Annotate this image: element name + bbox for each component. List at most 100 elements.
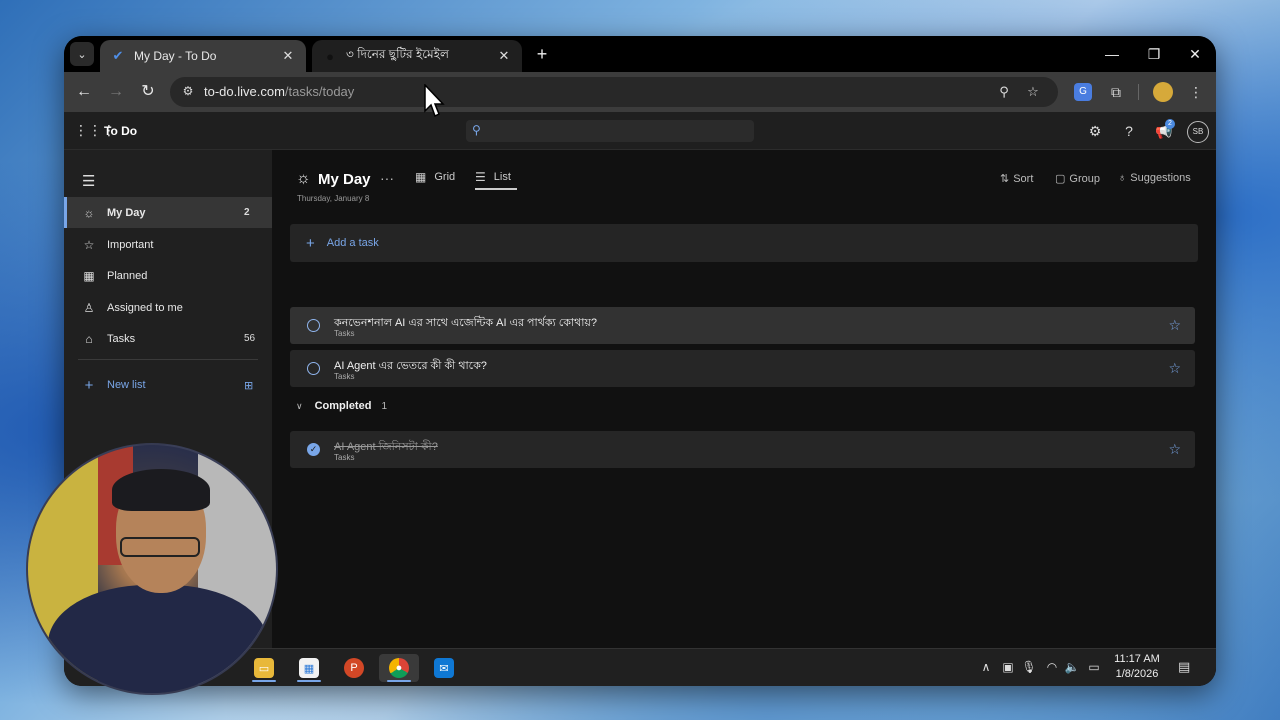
complete-task-checkbox[interactable] xyxy=(307,319,320,332)
list-view-button[interactable]: ☰ List xyxy=(475,170,517,190)
sidebar-divider xyxy=(78,359,258,360)
presenter-body xyxy=(48,585,268,693)
powerpoint-icon: P xyxy=(344,658,364,678)
mouse-cursor-icon xyxy=(424,84,445,118)
notification-center-icon[interactable]: ▤ xyxy=(1178,659,1194,675)
sidebar-item-label: Assigned to me xyxy=(107,301,183,314)
clock-time: 11:17 AM xyxy=(1114,653,1160,665)
browser-menu-icon[interactable]: ⋮ xyxy=(1184,80,1208,104)
app-name[interactable]: To Do xyxy=(104,124,137,138)
presenter-hair xyxy=(112,469,210,511)
current-date: Thursday, January 8 xyxy=(297,194,370,203)
minimize-button[interactable]: — xyxy=(1094,42,1130,66)
toolbar-divider xyxy=(1138,84,1139,100)
powerpoint-button[interactable]: P xyxy=(334,654,374,682)
zoom-icon[interactable]: ⚲ xyxy=(996,84,1012,100)
forward-button[interactable]: → xyxy=(104,80,128,104)
star-icon[interactable]: ☆ xyxy=(1168,441,1181,458)
new-list-button[interactable]: + New list ⊞ xyxy=(82,374,258,396)
sidebar-item-label: Important xyxy=(107,238,154,251)
store-icon: ▦ xyxy=(299,658,319,678)
page-title: My Day xyxy=(318,171,371,188)
address-bar[interactable]: ⚙ to-do.live.com/tasks/today ⚲ ☆ xyxy=(170,77,1058,107)
volume-icon[interactable]: 🔈 xyxy=(1064,660,1080,674)
person-icon: ♙ xyxy=(83,300,95,315)
sort-button[interactable]: ⇅ Sort xyxy=(1000,172,1034,186)
task-row-completed[interactable]: ✓ AI Agent জিনিসটা কী? Tasks ☆ xyxy=(290,431,1195,468)
reload-button[interactable]: ↻ xyxy=(136,80,160,104)
app-header: ⋮⋮⋮ To Do ⚲ ⚙ ? 📢 2 SB xyxy=(64,112,1216,150)
task-title: AI Agent এর ভেতরে কী কী থাকে? xyxy=(334,360,487,372)
tab-title: My Day - To Do xyxy=(134,49,217,63)
close-tab-icon[interactable]: ✕ xyxy=(496,48,512,64)
chevron-up-icon[interactable]: ∧ xyxy=(978,660,994,674)
tab-email[interactable]: ● ৩ দিনের ছুটির ইমেইল ✕ xyxy=(312,40,522,72)
system-clock[interactable]: 11:17 AM 1/8/2026 xyxy=(1110,652,1164,682)
add-task-input[interactable]: + Add a task xyxy=(290,224,1198,262)
new-tab-button[interactable]: + xyxy=(532,44,552,64)
tab-search-button[interactable]: ⌄ xyxy=(70,42,94,66)
list-options-icon[interactable]: ··· xyxy=(380,170,394,186)
sidebar-item-planned[interactable]: ▦ Planned xyxy=(64,260,272,291)
new-group-icon[interactable]: ⊞ xyxy=(244,379,258,392)
site-info-icon[interactable]: ⚙ xyxy=(180,84,196,100)
grid-view-label: Grid xyxy=(434,171,456,183)
app-launcher-icon[interactable]: ⋮⋮⋮ xyxy=(74,123,116,137)
sun-icon: ☼ xyxy=(296,170,311,187)
task-list-name: Tasks xyxy=(334,372,355,381)
task-list-name: Tasks xyxy=(334,329,355,338)
home-icon: ⌂ xyxy=(85,331,93,346)
sidebar-item-my-day[interactable]: ☼ My Day 2 xyxy=(64,197,272,228)
search-input[interactable]: ⚲ xyxy=(466,120,754,142)
hamburger-menu-icon[interactable]: ☰ xyxy=(82,172,95,190)
help-icon[interactable]: ? xyxy=(1120,122,1138,140)
bookmark-star-icon[interactable]: ☆ xyxy=(1025,84,1041,100)
presenter-glasses xyxy=(120,537,200,557)
outlook-button[interactable]: ✉ xyxy=(424,654,464,682)
tab-title: ৩ দিনের ছুটির ইমেইল xyxy=(346,47,449,61)
store-button[interactable]: ▦ xyxy=(289,654,329,682)
close-window-button[interactable]: ✕ xyxy=(1177,42,1213,66)
star-icon[interactable]: ☆ xyxy=(1168,317,1181,334)
clock-date: 1/8/2026 xyxy=(1115,668,1159,680)
url-text[interactable]: to-do.live.com/tasks/today xyxy=(204,84,354,99)
search-icon: ⚲ xyxy=(472,123,481,137)
user-avatar[interactable]: SB xyxy=(1187,121,1209,143)
sidebar-item-count: 56 xyxy=(244,333,256,344)
calendar-icon: ▦ xyxy=(83,268,95,283)
complete-task-checkbox[interactable] xyxy=(307,362,320,375)
completed-count: 1 xyxy=(381,400,387,412)
group-icon: ▢ xyxy=(1055,173,1066,185)
outlook-icon: ✉ xyxy=(434,658,454,678)
star-icon[interactable]: ☆ xyxy=(1168,360,1181,377)
list-view-label: List xyxy=(493,171,511,183)
close-tab-icon[interactable]: ✕ xyxy=(280,48,296,64)
sort-label: Sort xyxy=(1013,172,1034,185)
suggestions-button[interactable]: ♁ Suggestions xyxy=(1118,172,1191,184)
translate-extension-icon[interactable]: G xyxy=(1074,83,1092,101)
sidebar-item-important[interactable]: ☆ Important xyxy=(64,229,272,260)
star-icon: ☆ xyxy=(83,237,95,252)
teams-icon[interactable]: ▣ xyxy=(1000,660,1016,674)
todo-check-icon: ✔ xyxy=(112,48,124,63)
sidebar-item-label: My Day xyxy=(107,206,146,219)
completed-checkbox[interactable]: ✓ xyxy=(307,443,320,456)
battery-icon[interactable]: ▭ xyxy=(1086,660,1102,674)
sidebar-item-assigned[interactable]: ♙ Assigned to me xyxy=(64,292,272,323)
chrome-icon: ● xyxy=(389,658,409,678)
completed-section-toggle[interactable]: ∨ Completed 1 xyxy=(296,400,387,412)
chrome-button[interactable]: ● xyxy=(379,654,419,682)
sidebar-item-tasks[interactable]: ⌂ Tasks 56 xyxy=(64,323,272,354)
group-button[interactable]: ▢ Group xyxy=(1055,172,1100,186)
settings-gear-icon[interactable]: ⚙ xyxy=(1086,122,1104,140)
restore-button[interactable]: ❐ xyxy=(1136,42,1172,66)
extensions-puzzle-icon[interactable]: ⧉ xyxy=(1104,80,1128,104)
grid-view-button[interactable]: ▦ Grid xyxy=(415,170,455,184)
profile-avatar[interactable] xyxy=(1153,82,1173,102)
task-row[interactable]: AI Agent এর ভেতরে কী কী থাকে? Tasks ☆ xyxy=(290,350,1195,387)
task-row[interactable]: কনভেনশনাল AI এর সাথে এজেন্টিক AI এর পার্… xyxy=(290,307,1195,344)
microphone-icon[interactable]: 🎙 xyxy=(1021,660,1037,674)
tab-my-day[interactable]: ✔ My Day - To Do ✕ xyxy=(100,40,306,72)
wifi-icon[interactable]: ◠ xyxy=(1044,660,1060,674)
back-button[interactable]: ← xyxy=(72,80,96,104)
